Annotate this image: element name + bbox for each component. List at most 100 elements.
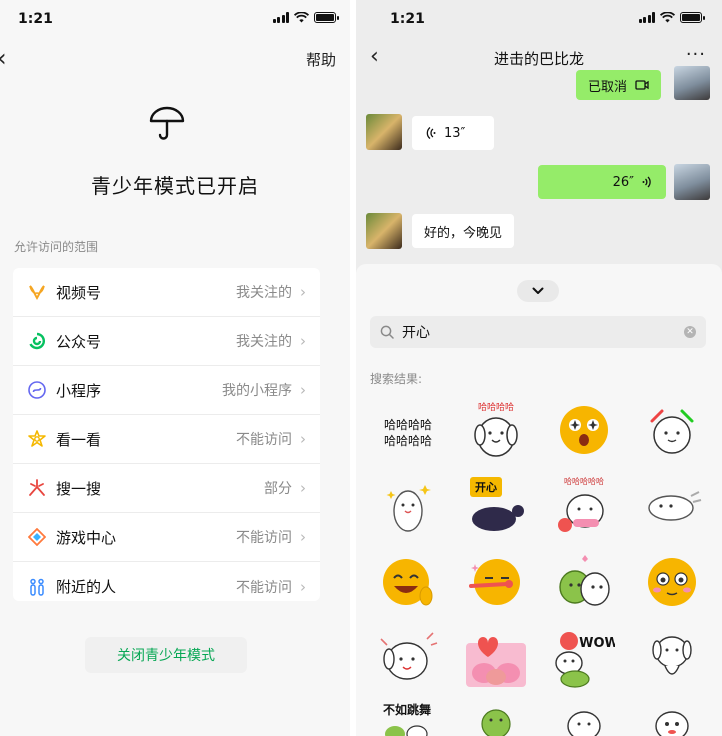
avatar[interactable] [366, 114, 402, 150]
sticker-caption: 开心 [475, 481, 497, 494]
sticker[interactable]: 哈哈哈哈 哈哈哈哈 [364, 392, 452, 468]
sticker[interactable]: 哈哈哈哈哈 [540, 468, 628, 544]
section-label: 允许访问的范围 [14, 240, 99, 254]
signal-icon [272, 12, 289, 23]
sticker[interactable]: 开心 [452, 468, 540, 544]
nav-bar: ‹ 帮助 [0, 40, 350, 76]
search-feature-icon [27, 478, 47, 498]
setting-row-official-accounts[interactable]: 公众号 我关注的 › [13, 317, 320, 366]
avatar[interactable] [674, 164, 710, 200]
umbrella-icon [149, 106, 185, 140]
chevron-right-icon: › [300, 283, 306, 301]
search-query: 开心 [402, 325, 430, 341]
sticker-caption: 哈哈哈哈 [478, 401, 514, 413]
chat-bubble-incoming[interactable]: 好的，今晚见 [412, 214, 515, 248]
collapse-panel-button[interactable] [517, 280, 559, 302]
sticker[interactable] [628, 544, 716, 620]
sticker[interactable] [628, 392, 716, 468]
sticker[interactable] [540, 696, 628, 736]
setting-row-search[interactable]: 搜一搜 部分 › [13, 464, 320, 513]
setting-label: 看一看 [56, 430, 102, 449]
sticker[interactable] [540, 544, 628, 620]
status-time: 1:21 [18, 11, 53, 27]
setting-label: 搜一搜 [56, 479, 102, 498]
page-title: 青少年模式已开启 [91, 174, 259, 198]
chat-bubble-incoming[interactable]: 13″ [412, 116, 494, 150]
mini-program-icon [27, 380, 47, 400]
setting-row-mini-programs[interactable]: 小程序 我的小程序 › [13, 366, 320, 415]
sticker[interactable] [452, 696, 540, 736]
setting-row-game-center[interactable]: 游戏中心 不能访问 › [13, 513, 320, 562]
sticker-grid: 哈哈哈哈 哈哈哈哈 哈哈哈哈 开心 哈哈哈哈哈 WOW 不如跳舞 [364, 392, 716, 736]
setting-row-people-nearby[interactable]: 附近的人 不能访问 › [13, 562, 320, 601]
message-text: 好的，今晚见 [424, 225, 503, 241]
message-text: 已取消 [588, 79, 628, 95]
channels-icon [27, 282, 47, 302]
status-bar: 1:21 [356, 0, 722, 40]
setting-row-channels[interactable]: 视频号 我关注的 › [13, 268, 320, 317]
help-link[interactable]: 帮助 [306, 49, 336, 70]
chevron-right-icon: › [300, 332, 306, 350]
voice-duration: 26″ [612, 174, 634, 190]
back-icon[interactable]: ‹ [0, 46, 7, 70]
sticker[interactable] [628, 620, 716, 696]
setting-value: 我关注的 [236, 285, 292, 301]
voice-wave-icon [642, 176, 651, 188]
people-nearby-icon [27, 577, 47, 597]
sticker[interactable] [364, 544, 452, 620]
game-center-icon [27, 527, 47, 547]
voice-wave-icon [426, 127, 436, 139]
more-options-icon[interactable]: ··· [686, 44, 706, 65]
sticker-search-panel: 开心 ✕ 搜索结果: 哈哈哈哈 哈哈哈哈 哈哈哈哈 开心 哈哈哈哈哈 WOW 不… [356, 264, 722, 736]
results-label: 搜索结果: [370, 372, 423, 386]
close-teen-mode-button[interactable]: 关闭青少年模式 [85, 637, 247, 673]
sticker[interactable]: 不如跳舞 [364, 696, 452, 736]
status-bar: 1:21 [0, 0, 350, 40]
sticker-caption: 哈哈哈哈哈 [564, 476, 604, 486]
signal-icon [638, 12, 655, 23]
chat-bubble-outgoing[interactable]: 26″ [538, 165, 666, 199]
battery-icon [680, 12, 705, 23]
setting-label: 视频号 [56, 283, 102, 302]
chat-nav-bar: ‹ 进击的巴比龙 ··· [356, 40, 722, 78]
sticker[interactable]: 哈哈哈哈 [452, 392, 540, 468]
sticker[interactable] [364, 620, 452, 696]
sticker[interactable] [628, 468, 716, 544]
teen-mode-screen: 1:21 ‹ 帮助 青少年模式已开启 允许访问的范围 视频号 我关注的 › 公众… [0, 0, 350, 736]
status-icons [272, 12, 339, 23]
setting-value: 不能访问 [236, 579, 292, 596]
chevron-right-icon: › [300, 479, 306, 497]
status-icons [638, 12, 705, 23]
sticker-search-input[interactable]: 开心 ✕ [370, 316, 706, 348]
battery-icon [314, 12, 339, 23]
clear-search-icon[interactable]: ✕ [684, 326, 696, 338]
sticker[interactable] [540, 392, 628, 468]
setting-label: 附近的人 [56, 578, 117, 596]
setting-label: 小程序 [56, 381, 102, 400]
wifi-icon [294, 12, 309, 23]
chat-bubble-outgoing[interactable]: 已取消 [576, 70, 662, 100]
sticker[interactable] [364, 468, 452, 544]
avatar[interactable] [366, 213, 402, 249]
sticker[interactable] [452, 620, 540, 696]
sticker[interactable]: WOW [540, 620, 628, 696]
voice-duration: 13″ [444, 125, 466, 141]
setting-value: 不能访问 [236, 530, 292, 546]
top-stories-icon [27, 429, 47, 449]
sticker-caption: WOW [579, 636, 615, 651]
sticker[interactable] [452, 544, 540, 620]
setting-row-top-stories[interactable]: 看一看 不能访问 › [13, 415, 320, 464]
avatar[interactable] [674, 66, 710, 100]
chevron-right-icon: › [300, 430, 306, 448]
svg-text:哈哈哈哈: 哈哈哈哈 [384, 434, 432, 448]
voice-call-icon [635, 80, 649, 90]
chevron-down-icon [532, 287, 544, 294]
chevron-right-icon: › [300, 528, 306, 546]
official-accounts-icon [27, 331, 47, 351]
chat-title: 进击的巴比龙 [493, 50, 584, 68]
sticker[interactable] [628, 696, 716, 736]
setting-value: 我的小程序 [222, 383, 292, 399]
wifi-icon [660, 12, 675, 23]
status-time: 1:21 [390, 11, 425, 27]
setting-value: 我关注的 [236, 334, 292, 350]
